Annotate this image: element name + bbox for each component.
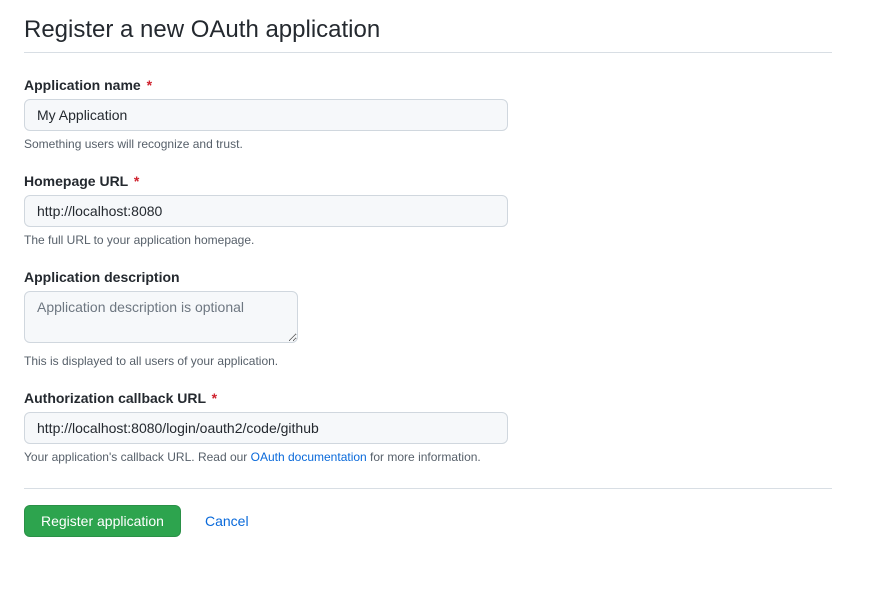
register-button[interactable]: Register application [24,505,181,537]
homepage-url-input[interactable] [24,195,508,227]
required-indicator: * [212,390,217,406]
page-title: Register a new OAuth application [24,16,832,53]
app-name-label: Application name * [24,77,832,93]
app-description-textarea[interactable] [24,291,298,343]
oauth-registration-form: Application name * Something users will … [24,77,832,537]
homepage-url-hint: The full URL to your application homepag… [24,233,832,247]
homepage-url-label: Homepage URL * [24,173,832,189]
app-name-input[interactable] [24,99,508,131]
app-description-label: Application description [24,269,832,285]
oauth-docs-link[interactable]: OAuth documentation [251,450,367,464]
callback-url-hint: Your application's callback URL. Read ou… [24,450,832,464]
callback-url-input[interactable] [24,412,508,444]
required-indicator: * [134,173,139,189]
callback-url-label: Authorization callback URL * [24,390,832,406]
app-name-hint: Something users will recognize and trust… [24,137,832,151]
cancel-button[interactable]: Cancel [205,513,249,529]
required-indicator: * [147,77,152,93]
app-description-hint: This is displayed to all users of your a… [24,354,832,368]
